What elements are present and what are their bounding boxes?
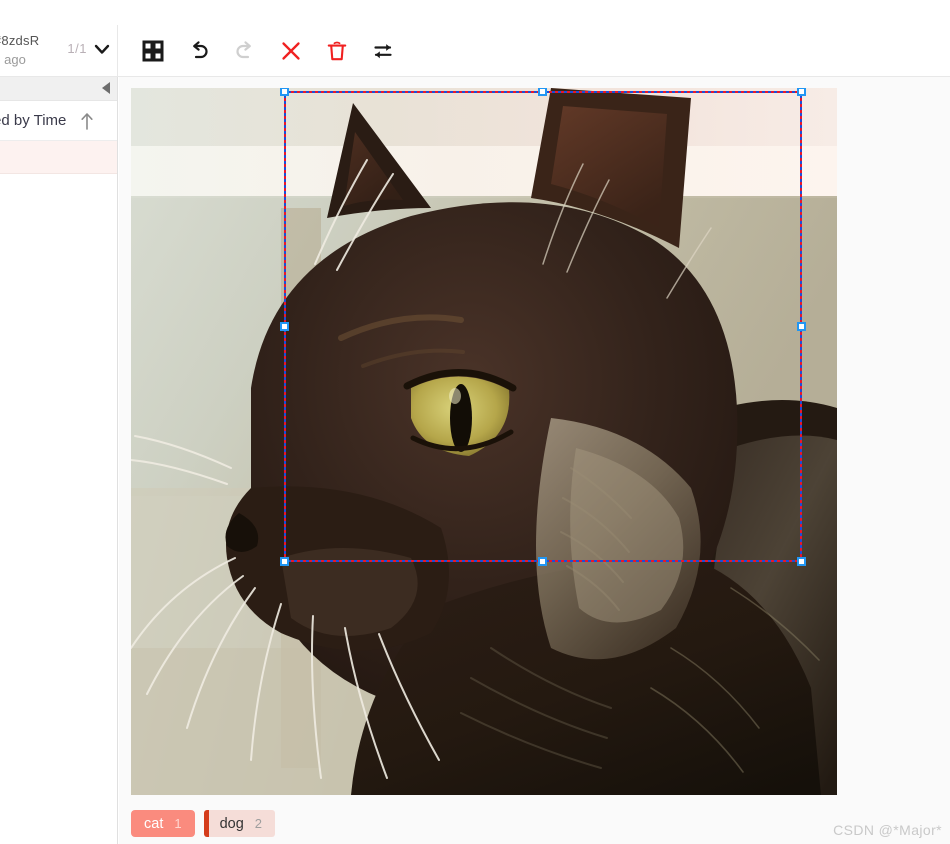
- watermark: CSDN @*Major*: [833, 822, 942, 838]
- header-bar: #8zdsR s ago 1/1: [0, 25, 950, 77]
- annotation-canvas[interactable]: cat 1 dog 2 CSDN @*Major*: [119, 77, 950, 844]
- project-id: #8zdsR: [0, 33, 40, 48]
- redo-button[interactable]: [226, 32, 264, 70]
- sort-control-row[interactable]: red by Time: [0, 101, 117, 141]
- image-list-sidebar: red by Time: [0, 77, 118, 844]
- clear-button[interactable]: [272, 32, 310, 70]
- handle-middle-right[interactable]: [797, 321, 806, 331]
- collapse-left-icon[interactable]: [102, 82, 110, 94]
- cat-photo[interactable]: [131, 88, 837, 795]
- list-item[interactable]: [0, 141, 117, 174]
- annotation-tool-window: #8zdsR s ago 1/1: [0, 0, 950, 844]
- label-chip-cat-text: cat: [144, 815, 164, 832]
- label-chip-cat-count: 1: [174, 816, 182, 831]
- handle-middle-left[interactable]: [280, 321, 289, 331]
- undo-icon: [187, 39, 211, 63]
- grid-icon: [142, 40, 164, 62]
- trash-icon: [326, 40, 348, 62]
- label-chip-list: cat 1 dog 2: [131, 810, 276, 837]
- page-indicator: 1/1: [67, 41, 87, 56]
- label-chip-dog[interactable]: dog 2: [203, 810, 276, 837]
- sort-label: red by Time: [0, 112, 67, 129]
- redo-icon: [233, 39, 257, 63]
- close-icon: [280, 40, 302, 62]
- sidebar-toolbar: [0, 77, 117, 101]
- swap-button[interactable]: [364, 32, 402, 70]
- handle-bottom-right[interactable]: [797, 557, 806, 566]
- swap-icon: [372, 40, 394, 62]
- handle-top-left[interactable]: [280, 88, 289, 96]
- handle-bottom-left[interactable]: [280, 557, 289, 566]
- project-info-panel: #8zdsR s ago 1/1: [0, 25, 118, 76]
- grid-view-button[interactable]: [134, 32, 172, 70]
- label-chip-cat[interactable]: cat 1: [131, 810, 195, 837]
- label-chip-dog-text: dog: [219, 815, 244, 832]
- handle-top-center[interactable]: [538, 88, 547, 96]
- undo-button[interactable]: [180, 32, 218, 70]
- project-meta: #8zdsR s ago: [0, 32, 39, 70]
- chevron-down-icon[interactable]: [92, 39, 112, 59]
- project-timestamp: s ago: [0, 51, 26, 67]
- arrow-up-icon[interactable]: [79, 110, 95, 132]
- delete-button[interactable]: [318, 32, 356, 70]
- handle-bottom-center[interactable]: [538, 557, 547, 566]
- label-chip-dog-count: 2: [254, 816, 263, 831]
- editor-toolbar: [118, 25, 950, 76]
- window-top-spacer: [0, 0, 950, 25]
- handle-top-right[interactable]: [797, 88, 806, 96]
